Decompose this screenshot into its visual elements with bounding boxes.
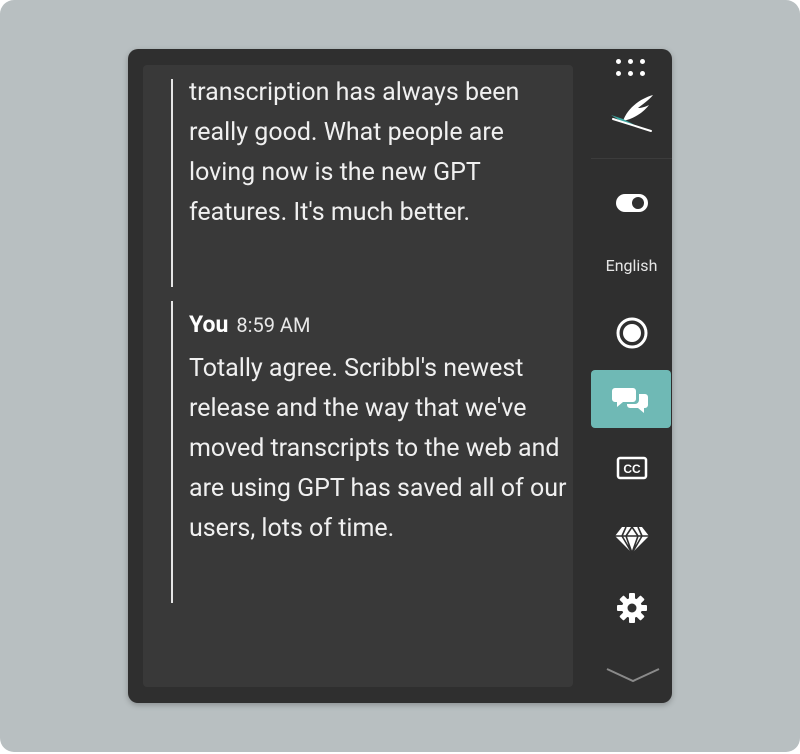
speaker-name: You <box>189 311 229 338</box>
record-button[interactable] <box>591 304 672 362</box>
chevron-down-icon[interactable] <box>605 663 661 687</box>
closed-captions-icon: CC <box>616 456 647 480</box>
language-selector[interactable]: English <box>591 256 672 275</box>
quill-logo-icon <box>611 95 653 132</box>
message-text: transcription has always been really goo… <box>189 78 520 227</box>
premium-button[interactable] <box>591 511 672 569</box>
grip-dots-icon[interactable] <box>616 59 648 79</box>
transcript-message: transcription has always been really goo… <box>171 78 569 287</box>
logo-divider <box>591 158 672 159</box>
message-text: Totally agree. Scribbl's newest release … <box>189 354 567 543</box>
transcript-message: You 8:59 AM Totally agree. Scribbl's new… <box>171 301 569 603</box>
toggle-button[interactable] <box>591 174 672 232</box>
sidebar: English CC <box>591 49 672 703</box>
captions-button[interactable]: CC <box>591 439 672 497</box>
chat-bubbles-icon <box>612 388 648 413</box>
message-header: You 8:59 AM <box>189 311 569 345</box>
svg-text:CC: CC <box>623 462 641 476</box>
settings-button[interactable] <box>591 579 672 637</box>
record-icon <box>616 317 647 349</box>
scribbl-panel: transcription has always been really goo… <box>128 49 672 703</box>
chat-view-button[interactable] <box>591 370 671 428</box>
toggle-icon <box>615 194 648 212</box>
transcript-area[interactable]: transcription has always been really goo… <box>143 65 573 687</box>
message-timestamp: 8:59 AM <box>236 313 311 337</box>
gear-icon <box>616 593 647 623</box>
diamond-icon <box>614 525 649 555</box>
